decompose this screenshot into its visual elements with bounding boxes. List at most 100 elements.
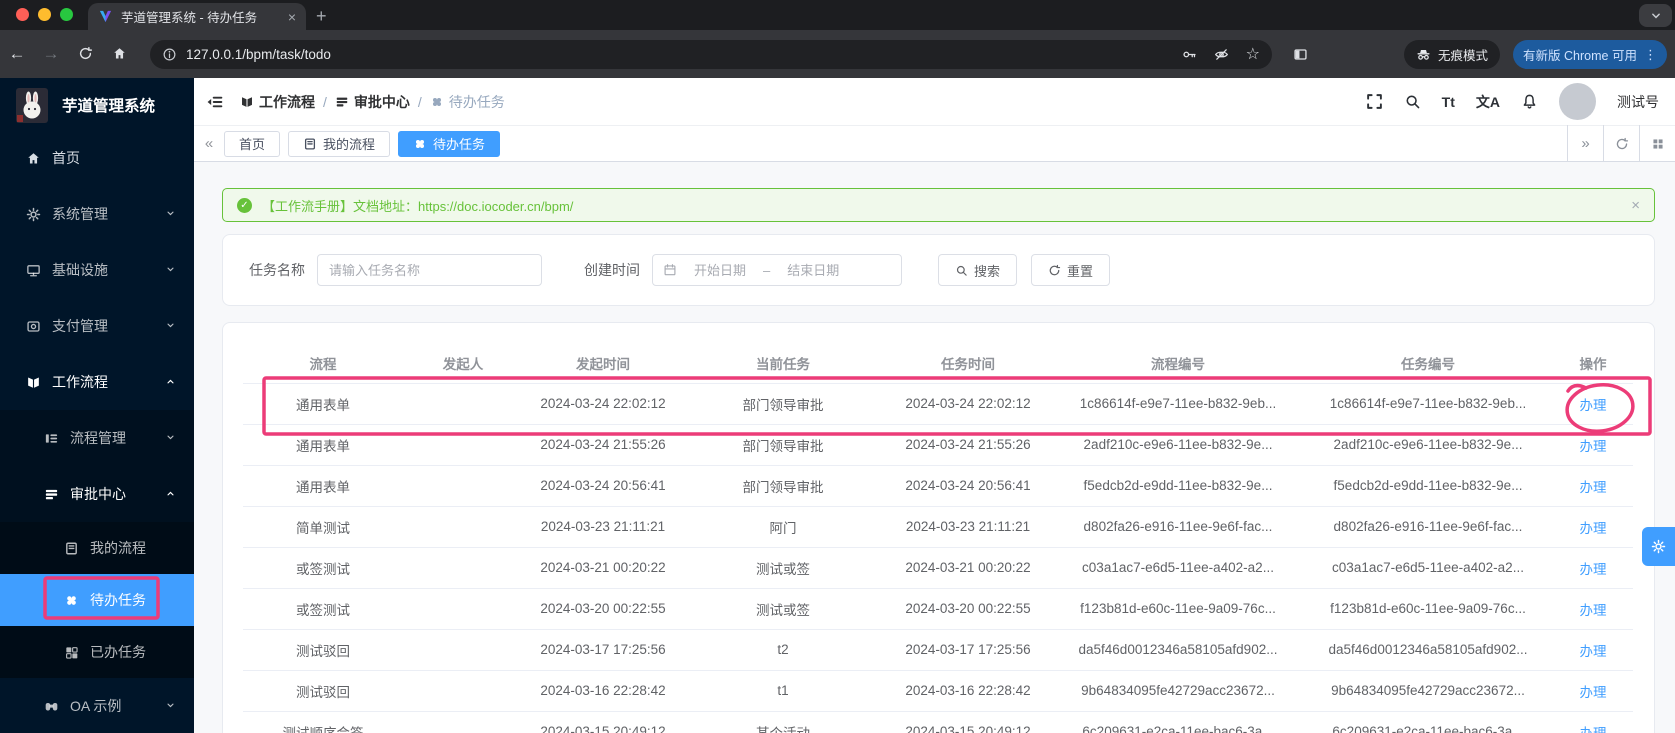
- sidebar-item-oa-example[interactable]: OA 示例: [0, 678, 194, 733]
- end-date-input[interactable]: [776, 262, 851, 278]
- tab-close-icon[interactable]: ×: [288, 9, 296, 25]
- date-range-picker[interactable]: –: [652, 254, 902, 286]
- refresh-tab-button[interactable]: [1603, 125, 1639, 162]
- cell-start-time: 2024-03-20 00:22:55: [523, 587, 683, 629]
- sidebar-item-my-process[interactable]: 我的流程: [0, 522, 194, 574]
- task-name-input[interactable]: [317, 254, 542, 286]
- home-button[interactable]: [102, 44, 136, 64]
- cell-action: 办理: [1553, 464, 1633, 506]
- bookmark-star-icon[interactable]: ☆: [1246, 46, 1260, 62]
- handle-link[interactable]: 办理: [1580, 521, 1607, 536]
- cell-process: 测试驳回: [243, 669, 403, 711]
- tab-title: 芋道管理系统 - 待办任务: [121, 11, 258, 25]
- window-controls[interactable]: [16, 8, 73, 21]
- breadcrumb-approval-center[interactable]: 审批中心: [335, 92, 410, 112]
- side-panel-icon[interactable]: [1293, 47, 1308, 62]
- cell-process-id: d802fa26-e916-11ee-9e6f-fac...: [1053, 505, 1303, 547]
- cell-action: 办理: [1553, 710, 1633, 733]
- password-key-icon[interactable]: [1182, 47, 1197, 62]
- sidebar-collapse-icon[interactable]: [206, 93, 224, 111]
- url-text[interactable]: 127.0.0.1/bpm/task/todo: [186, 47, 1173, 62]
- sidebar-item-system[interactable]: 系统管理: [0, 186, 194, 242]
- handle-link[interactable]: 办理: [1580, 685, 1607, 700]
- gear-icon: [26, 207, 41, 222]
- sidebar-item-payment[interactable]: 支付管理: [0, 298, 194, 354]
- create-time-label: 创建时间: [584, 262, 640, 278]
- handle-link[interactable]: 办理: [1580, 603, 1607, 618]
- reload-button[interactable]: [68, 44, 102, 64]
- avatar[interactable]: [1559, 83, 1596, 120]
- new-tab-button[interactable]: +: [316, 5, 327, 27]
- cell-initiator: [403, 546, 523, 588]
- cell-task-time: 2024-03-24 21:55:26: [883, 423, 1053, 465]
- maximize-window-button[interactable]: [60, 8, 73, 21]
- chevron-down-icon: [165, 698, 176, 714]
- refresh-icon: [1615, 137, 1629, 151]
- eye-off-icon[interactable]: [1214, 47, 1229, 62]
- clover-icon: [430, 95, 444, 109]
- tab-my-process[interactable]: 我的流程: [288, 130, 391, 157]
- address-bar[interactable]: 127.0.0.1/bpm/task/todo ☆: [150, 40, 1272, 69]
- stack-icon: [44, 487, 59, 502]
- sidebar-item-done-tasks[interactable]: 已办任务: [0, 626, 194, 678]
- tab-bar-actions: »: [1567, 125, 1675, 162]
- breadcrumb-workflow[interactable]: 工作流程: [240, 92, 315, 112]
- col-current-task: 当前任务: [756, 356, 810, 372]
- language-icon[interactable]: 文A: [1476, 92, 1500, 112]
- floating-settings-button[interactable]: [1642, 527, 1675, 566]
- task-table-body: 通用表单 2024-03-24 22:02:12 部门领导审批 2024-03-…: [243, 382, 1633, 733]
- sidebar-item-infra[interactable]: 基础设施: [0, 242, 194, 298]
- browser-tab[interactable]: 芋道管理系统 - 待办任务 ×: [88, 3, 306, 30]
- bell-icon[interactable]: [1521, 93, 1538, 110]
- fullscreen-icon[interactable]: [1366, 93, 1383, 110]
- handle-link[interactable]: 办理: [1580, 644, 1607, 659]
- cell-task-time: 2024-03-24 22:02:12: [883, 382, 1053, 424]
- scroll-tabs-left-button[interactable]: «: [194, 135, 224, 152]
- table-header-row: 流程 发起人 发起时间 当前任务 任务时间 流程编号 任务编号 操作: [243, 343, 1633, 383]
- font-size-icon[interactable]: Tt: [1442, 94, 1455, 110]
- breadcrumb-separator: /: [323, 93, 327, 110]
- wallet-icon: [26, 319, 41, 334]
- tab-todo-tasks[interactable]: 待办任务: [398, 130, 501, 157]
- chrome-update-button[interactable]: 有新版 Chrome 可用 ⋮: [1513, 40, 1667, 69]
- doc-alert: ✓ 【工作流手册】文档地址：https://doc.iocoder.cn/bpm…: [222, 188, 1655, 222]
- forward-button[interactable]: →: [34, 44, 68, 64]
- browser-tab-strip: 芋道管理系统 - 待办任务 × +: [0, 0, 1675, 30]
- flag-icon: [240, 95, 254, 109]
- close-window-button[interactable]: [16, 8, 29, 21]
- sidebar-item-workflow[interactable]: 工作流程: [0, 354, 194, 410]
- table-row: 或签测试 2024-03-21 00:20:22 测试或签 2024-03-21…: [243, 546, 1633, 588]
- scroll-tabs-right-button[interactable]: »: [1567, 125, 1603, 162]
- tab-options-button[interactable]: [1639, 125, 1675, 162]
- handle-link[interactable]: 办理: [1580, 439, 1607, 454]
- sidebar-item-home[interactable]: 首页: [0, 130, 194, 186]
- username[interactable]: 测试号: [1617, 92, 1659, 112]
- browser-menu-icon[interactable]: ⋮: [1644, 47, 1657, 63]
- cell-action: 办理: [1553, 546, 1633, 588]
- cell-start-time: 2024-03-16 22:28:42: [523, 669, 683, 711]
- tab-home[interactable]: 首页: [224, 130, 281, 157]
- site-info-icon[interactable]: [162, 47, 177, 62]
- handle-link[interactable]: 办理: [1580, 480, 1607, 495]
- tab-search-chevron-button[interactable]: [1639, 4, 1672, 27]
- chevron-down-icon: [165, 318, 176, 334]
- cell-process-id: f5edcb2d-e9dd-11ee-b832-9e...: [1053, 464, 1303, 506]
- sidebar-item-todo-tasks[interactable]: 待办任务: [0, 574, 194, 626]
- reset-button[interactable]: 重置: [1031, 254, 1111, 286]
- handle-link[interactable]: 办理: [1580, 562, 1607, 577]
- handle-link[interactable]: 办理: [1580, 726, 1607, 733]
- alert-close-icon[interactable]: ×: [1631, 197, 1640, 214]
- search-icon[interactable]: [1404, 93, 1421, 110]
- start-date-input[interactable]: [683, 262, 757, 278]
- doc-link[interactable]: https://doc.iocoder.cn/bpm/: [418, 199, 573, 214]
- handle-link[interactable]: 办理: [1580, 398, 1607, 413]
- binoculars-icon: [44, 699, 59, 714]
- cell-process-id: 9b64834095fe42729acc23672...: [1053, 669, 1303, 711]
- home-icon: [26, 151, 41, 166]
- cell-task-time: 2024-03-15 20:49:12: [883, 710, 1053, 733]
- back-button[interactable]: ←: [0, 44, 34, 64]
- sidebar-item-process-mgmt[interactable]: 流程管理: [0, 410, 194, 466]
- sidebar-item-approval-center[interactable]: 审批中心: [0, 466, 194, 522]
- search-button[interactable]: 搜索: [938, 254, 1018, 286]
- minimize-window-button[interactable]: [38, 8, 51, 21]
